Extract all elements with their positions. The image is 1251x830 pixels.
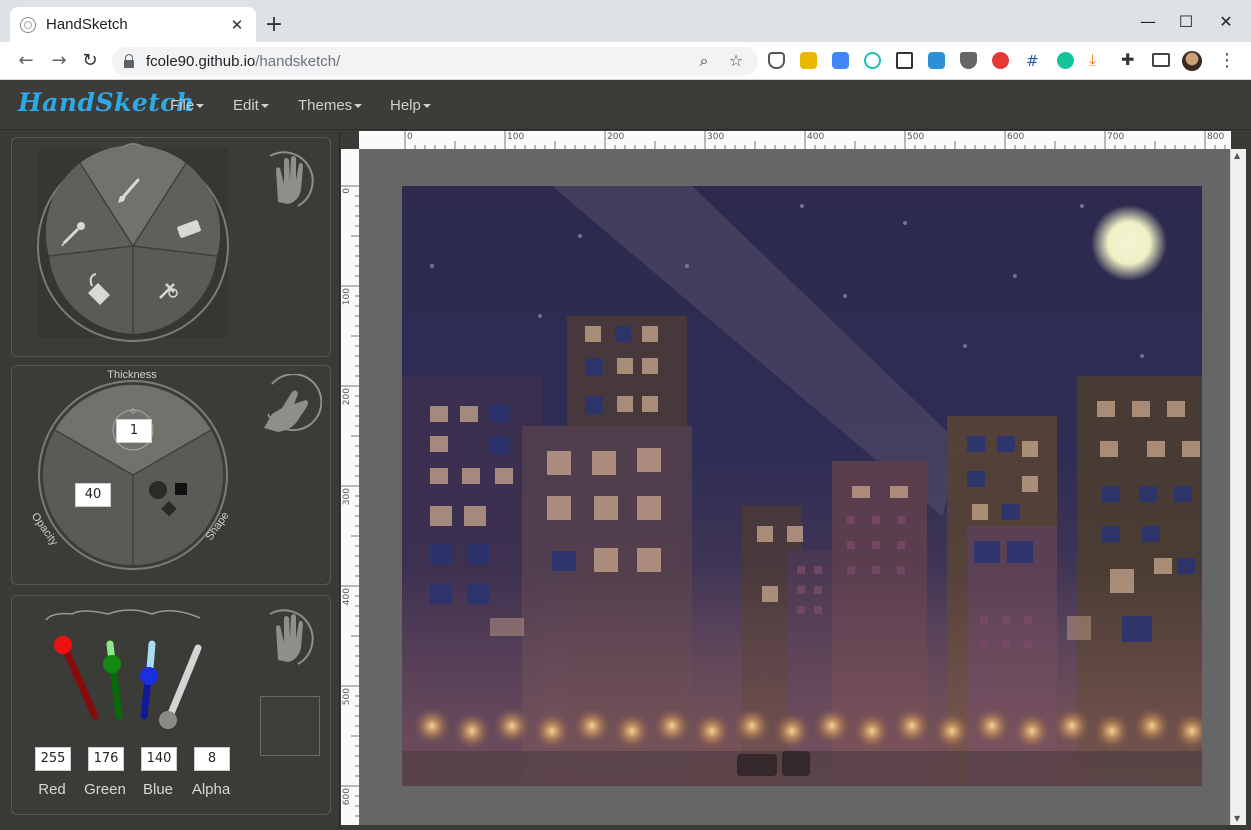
cast-icon[interactable] — [1152, 53, 1170, 67]
ruler-label: 300 — [342, 488, 352, 505]
pocket-extension-icon[interactable] — [768, 52, 785, 69]
alpha-label: Alpha — [191, 781, 231, 798]
menu-edit[interactable]: Edit — [233, 97, 269, 114]
rotate-gesture-icon — [264, 374, 322, 432]
ruler-label: 400 — [342, 588, 352, 605]
browser-menu-icon[interactable]: ⋮ — [1218, 50, 1236, 71]
tab-title: HandSketch — [46, 16, 128, 33]
vertical-ruler: 0 100 200 300 400 500 600 — [341, 149, 359, 825]
hand-gesture-icon — [269, 151, 314, 207]
drawing-canvas[interactable] — [402, 186, 1202, 786]
canvas-stage — [359, 149, 1230, 825]
ruler-label: 0 — [342, 188, 352, 194]
alpha-slider-track[interactable] — [166, 644, 202, 720]
favicon-icon — [20, 16, 36, 33]
ruler-label: 500 — [342, 688, 352, 705]
red-input[interactable]: 255 — [35, 747, 71, 771]
menu-file[interactable]: File — [170, 97, 205, 114]
blue-label: Blue — [142, 781, 174, 798]
grammarly-extension-icon[interactable] — [1057, 52, 1074, 69]
color-panel: 255 176 140 8 Red Green Blue Alpha — [11, 595, 331, 815]
blue-input[interactable]: 140 — [141, 747, 177, 771]
new-tab-button[interactable]: + — [262, 12, 286, 38]
red-slider-knob[interactable] — [54, 636, 72, 654]
extensions-puzzle-icon[interactable]: ✚ — [1121, 50, 1138, 69]
ruler-label: 600 — [1007, 132, 1024, 142]
browser-tabstrip: HandSketch ✕ + — ☐ ✕ — [0, 0, 1251, 42]
ruler-label: 100 — [342, 288, 352, 305]
caret-down-icon — [260, 104, 269, 109]
minimize-button[interactable]: — — [1138, 12, 1158, 32]
tab-close-icon[interactable]: ✕ — [228, 16, 246, 34]
horizontal-ruler: 0 100 200 300 400 500 600 700 800 — [359, 131, 1231, 149]
brand-logo[interactable]: HandSketch — [18, 88, 195, 117]
menu-themes[interactable]: Themes — [298, 97, 363, 114]
scroll-down-icon[interactable]: ▼ — [1234, 814, 1240, 823]
lastpass-extension-icon[interactable] — [992, 52, 1009, 69]
handsketch-app: HandSketch File Edit Themes Help Thickne… — [0, 80, 1251, 830]
color-preview-swatch — [260, 696, 320, 756]
caret-down-icon — [196, 104, 205, 109]
ruler-label: 400 — [807, 132, 824, 142]
red-label: Red — [38, 781, 66, 798]
hashtag-extension-icon[interactable]: # — [1026, 52, 1043, 70]
picture-in-picture-icon[interactable] — [896, 52, 913, 69]
browser-toolbar: ← → ↻ fcole90.github.io/handsketch/ ⌕ ☆ … — [0, 42, 1251, 80]
back-button[interactable]: ← — [14, 50, 38, 72]
ruler-label: 500 — [907, 132, 924, 142]
green-label: Green — [84, 781, 126, 798]
url-path: /handsketch/ — [255, 53, 341, 70]
calendar-extension-icon[interactable] — [928, 52, 945, 69]
bookmark-star-icon[interactable]: ☆ — [726, 51, 746, 70]
moon — [1091, 205, 1167, 281]
ruler-label: 300 — [707, 132, 724, 142]
app-navbar: HandSketch File Edit Themes Help — [0, 80, 1251, 130]
url-host: fcole90.github.io — [146, 53, 256, 70]
download-extension-icon[interactable]: ⤓ — [1089, 50, 1106, 69]
reload-button[interactable]: ↻ — [78, 50, 102, 72]
blue-slider-knob[interactable] — [140, 667, 158, 685]
scroll-up-icon[interactable]: ▲ — [1234, 151, 1240, 160]
hand-gesture-icon — [269, 609, 314, 665]
square-shape-icon[interactable] — [175, 483, 187, 495]
forward-button[interactable]: → — [47, 50, 71, 72]
ruler-label: 0 — [407, 132, 413, 142]
ruler-label: 100 — [507, 132, 524, 142]
zoom-icon[interactable]: ⌕ — [694, 51, 714, 71]
window-close-button[interactable]: ✕ — [1216, 12, 1236, 32]
opacity-input[interactable]: 40 — [75, 483, 111, 507]
profile-avatar[interactable] — [1182, 51, 1202, 71]
circle-shape-icon[interactable] — [149, 481, 167, 499]
translate-extension-icon[interactable] — [832, 52, 849, 69]
ruler-label: 800 — [1207, 132, 1224, 142]
red-slider-track[interactable] — [60, 642, 99, 720]
menu-help[interactable]: Help — [390, 97, 431, 114]
brush-panel: Thickness Opacity Shape 1 40 — [11, 365, 331, 585]
ruler-label: 200 — [342, 388, 352, 405]
ruler-label: 200 — [607, 132, 624, 142]
canvas-area: 0 100 200 300 400 500 600 700 800 0 100 200 300 400 5… — [341, 131, 1251, 830]
caret-down-icon — [354, 104, 363, 109]
tool-panel — [11, 137, 331, 357]
alpha-input[interactable]: 8 — [194, 747, 230, 771]
lock-icon — [124, 53, 134, 68]
ruler-label: 700 — [1107, 132, 1124, 142]
green-slider-knob[interactable] — [103, 655, 121, 673]
address-bar[interactable]: fcole90.github.io/handsketch/ ⌕ ☆ — [112, 47, 758, 76]
ruler-label: 600 — [342, 788, 352, 805]
alpha-slider-knob[interactable] — [159, 711, 177, 729]
grammar-extension-icon[interactable] — [864, 52, 881, 69]
maximize-button[interactable]: ☐ — [1176, 12, 1196, 32]
green-input[interactable]: 176 — [88, 747, 124, 771]
notes-extension-icon[interactable] — [800, 52, 817, 69]
browser-tab[interactable]: HandSketch ✕ — [10, 7, 256, 42]
vertical-scrollbar[interactable]: ▲ ▼ — [1230, 149, 1246, 825]
ublock-extension-icon[interactable] — [960, 52, 977, 69]
tool-sidebar: Thickness Opacity Shape 1 40 255 176 140… — [0, 131, 340, 830]
caret-down-icon — [422, 104, 431, 109]
thickness-label: Thickness — [107, 369, 157, 381]
thickness-input[interactable]: 1 — [116, 419, 152, 443]
